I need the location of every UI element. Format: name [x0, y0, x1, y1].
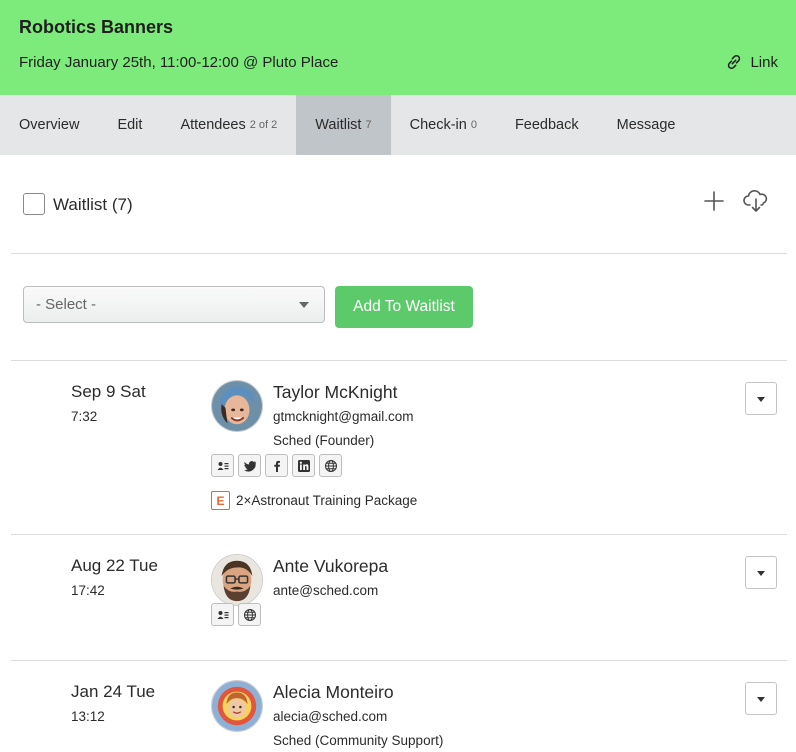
entry-email: gtmcknight@gmail.com: [273, 409, 414, 424]
tab-check-in[interactable]: Check-in 0: [391, 95, 496, 155]
row-actions-dropdown[interactable]: [745, 382, 777, 415]
globe-icon[interactable]: [319, 454, 342, 477]
select-value: - Select -: [36, 296, 97, 313]
row-actions-dropdown[interactable]: [745, 682, 777, 715]
chevron-down-icon: [757, 697, 765, 702]
waitlist-header: Waitlist (7): [0, 155, 796, 253]
social-links: [211, 454, 342, 477]
entry-email: ante@sched.com: [273, 583, 379, 598]
entry-company: Sched (Community Support): [273, 733, 444, 748]
tab-bar: Overview Edit Attendees 2 of 2 Waitlist 7 …: [0, 95, 796, 155]
entry-name: Ante Vukorepa: [273, 556, 389, 576]
event-header: Robotics Banners Friday January 25th, 11…: [0, 0, 796, 95]
ticket-badge: E: [211, 491, 230, 510]
tab-label: Waitlist: [315, 117, 362, 133]
divider: [11, 360, 787, 361]
tab-label: Check-in: [409, 117, 467, 133]
select-all-checkbox[interactable]: [23, 193, 45, 215]
event-title: Robotics Banners: [19, 17, 174, 37]
ticket-label: 2×Astronaut Training Package: [236, 493, 418, 508]
tab-waitlist[interactable]: Waitlist 7: [296, 95, 391, 155]
tab-count: 7: [365, 119, 372, 131]
divider: [11, 660, 787, 661]
event-link-button[interactable]: Link: [724, 52, 778, 72]
entry-date: Sep 9 Sat: [71, 382, 146, 401]
entry-time: 17:42: [71, 583, 105, 598]
tab-label: Message: [616, 117, 676, 133]
avatar: [211, 554, 263, 606]
entry-email: alecia@sched.com: [273, 709, 388, 724]
entry-time: 7:32: [71, 409, 98, 424]
divider: [11, 253, 787, 254]
cloud-download-icon[interactable]: [742, 187, 770, 215]
social-links: [211, 603, 261, 626]
plus-icon[interactable]: [702, 189, 726, 213]
entry-time: 13:12: [71, 709, 105, 724]
tab-edit[interactable]: Edit: [98, 95, 161, 155]
tab-attendees[interactable]: Attendees 2 of 2: [161, 95, 296, 155]
divider: [11, 534, 787, 535]
avatar: [211, 680, 263, 732]
tab-message[interactable]: Message: [598, 95, 695, 155]
tab-feedback[interactable]: Feedback: [496, 95, 598, 155]
entry-date: Aug 22 Tue: [71, 556, 158, 575]
twitter-icon[interactable]: [238, 454, 261, 477]
tab-count: 0: [470, 119, 477, 131]
tab-label: Edit: [117, 117, 143, 133]
entry-company: Sched (Founder): [273, 433, 375, 448]
event-subtitle: Friday January 25th, 11:00-12:00 @ Pluto…: [19, 54, 339, 71]
chevron-down-icon: [757, 397, 765, 402]
facebook-icon[interactable]: [265, 454, 288, 477]
tab-count: 2 of 2: [249, 119, 278, 131]
ticket-info: E 2×Astronaut Training Package: [211, 491, 417, 510]
link-icon: [728, 54, 741, 70]
event-link-label: Link: [750, 53, 778, 71]
tab-label: Feedback: [514, 117, 579, 133]
globe-icon[interactable]: [238, 603, 261, 626]
add-to-waitlist-button[interactable]: Add To Waitlist: [335, 286, 473, 328]
contact-card-icon[interactable]: [211, 454, 234, 477]
tab-label: Overview: [19, 117, 80, 133]
row-actions-dropdown[interactable]: [745, 556, 777, 589]
linkedin-icon[interactable]: [292, 454, 315, 477]
tab-label: Attendees: [180, 117, 246, 133]
contact-card-icon[interactable]: [211, 603, 234, 626]
chevron-down-icon: [757, 571, 765, 576]
waitlist-title: Waitlist (7): [53, 195, 133, 214]
entry-name: Alecia Monteiro: [273, 682, 394, 702]
attendee-select[interactable]: - Select -: [23, 286, 325, 323]
avatar: [211, 380, 263, 432]
tab-overview[interactable]: Overview: [0, 95, 98, 155]
entry-name: Taylor McKnight: [273, 382, 398, 402]
chevron-down-icon: [299, 302, 309, 308]
entry-date: Jan 24 Tue: [71, 682, 156, 701]
